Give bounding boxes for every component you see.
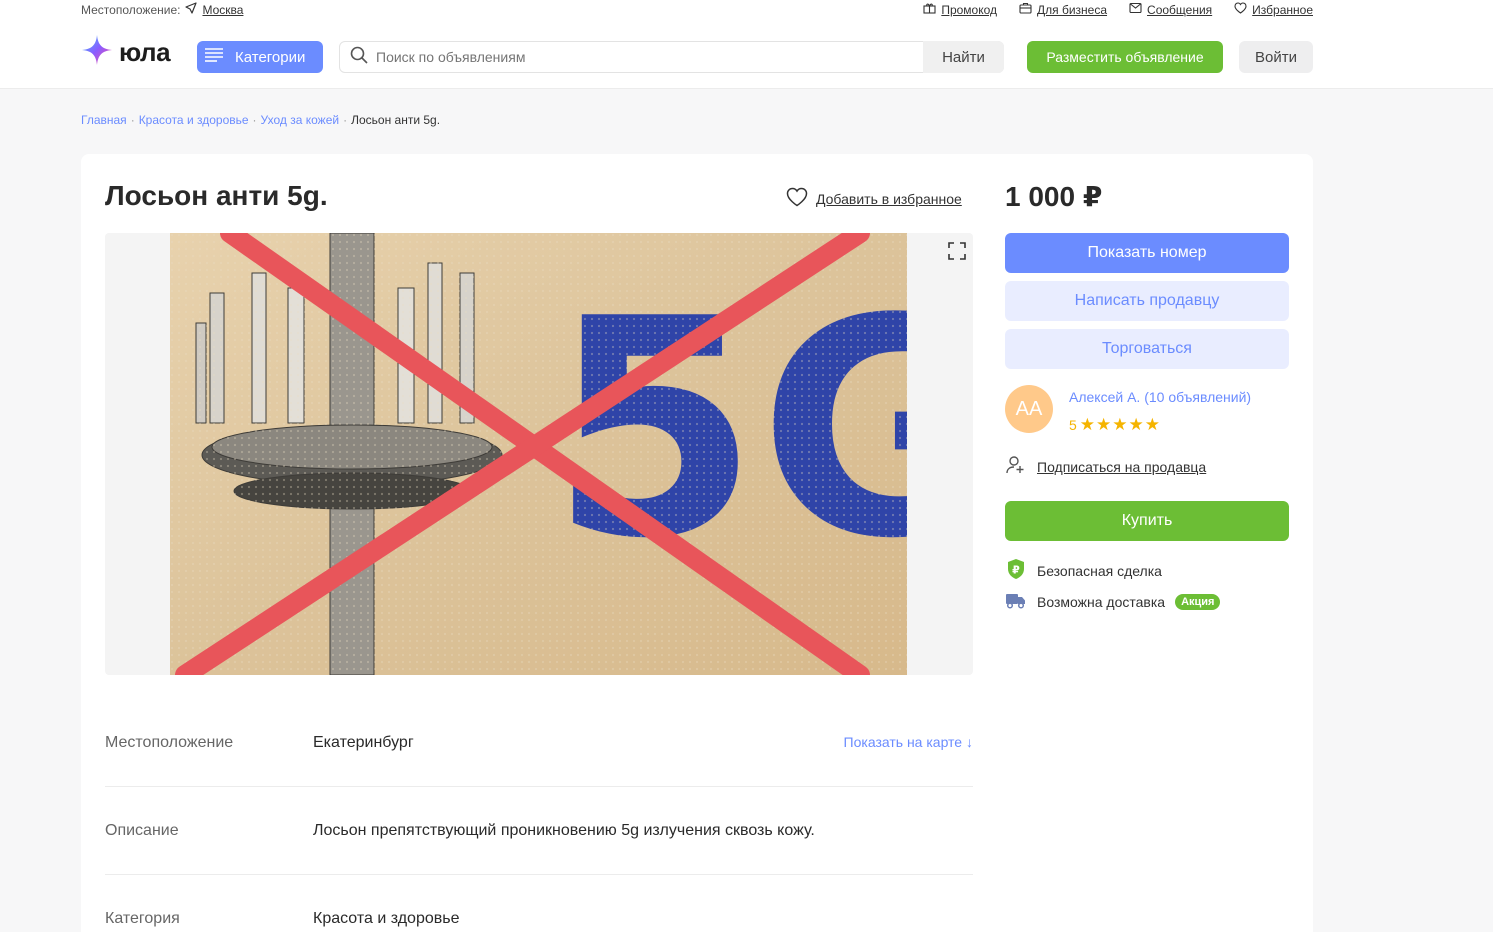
delivery-label: Возможна доставка xyxy=(1037,593,1166,610)
info-value: Красота и здоровье xyxy=(313,910,460,927)
breadcrumb-separator: · xyxy=(130,113,135,127)
safe-deal: ₽ Безопасная сделка xyxy=(1005,558,1162,583)
bargain-button[interactable]: Торговаться xyxy=(1005,329,1289,369)
listing-card: Лосьон анти 5g. Добавить в избранное 5G … xyxy=(81,154,1313,932)
search-input[interactable] xyxy=(368,42,1003,72)
info-value: Лосьон препятствующий проникновению 5g и… xyxy=(313,822,815,839)
price: 1 000 ₽ xyxy=(1005,181,1103,212)
location-city-link[interactable]: Москва xyxy=(202,3,243,17)
logo-text: юла xyxy=(119,37,171,67)
promo-link[interactable]: Промокод xyxy=(923,2,997,17)
messages-link-label: Сообщения xyxy=(1147,2,1213,17)
find-button[interactable]: Найти xyxy=(923,41,1004,73)
breadcrumb: Главная · Красота и здоровье · Уход за к… xyxy=(81,113,440,127)
info-key: Категория xyxy=(105,910,180,927)
listing-photo: 5G xyxy=(170,233,907,675)
avatar[interactable]: АА xyxy=(1005,385,1053,433)
buy-button[interactable]: Купить xyxy=(1005,501,1289,541)
svg-text:₽: ₽ xyxy=(1012,564,1020,577)
info-value: Екатеринбург xyxy=(313,734,414,751)
business-link-label: Для бизнеса xyxy=(1037,2,1108,17)
promo-link-label: Промокод xyxy=(941,2,998,17)
breadcrumb-separator: · xyxy=(343,113,348,127)
hamburger-icon xyxy=(205,48,223,66)
info-key: Местоположение xyxy=(105,734,234,751)
promo-badge: Акция xyxy=(1175,593,1221,610)
safe-deal-label: Безопасная сделка xyxy=(1037,562,1162,579)
message-icon xyxy=(1129,2,1142,17)
search-icon xyxy=(350,46,368,69)
delivery-info: Возможна доставка Акция xyxy=(1005,590,1221,613)
search-box xyxy=(339,41,1004,73)
truck-icon xyxy=(1005,590,1027,613)
photo-gallery[interactable]: 5G xyxy=(105,233,973,675)
heart-icon xyxy=(1234,2,1247,17)
info-key: Описание xyxy=(105,822,179,839)
breadcrumb-separator: · xyxy=(252,113,257,127)
write-seller-button[interactable]: Написать продавцу xyxy=(1005,281,1289,321)
logo-star-icon xyxy=(81,34,113,71)
expand-icon[interactable] xyxy=(947,241,967,266)
seller-name-link[interactable]: Алексей А. (10 объявлений) xyxy=(1069,389,1251,405)
post-ad-button[interactable]: Разместить объявление xyxy=(1027,41,1223,73)
info-row-category: Категория Красота и здоровье xyxy=(105,875,973,932)
logo[interactable]: юла xyxy=(81,34,171,71)
add-to-favorites-label: Добавить в избранное xyxy=(816,190,962,207)
show-on-map-link[interactable]: Показать на карте ↓ xyxy=(844,734,973,750)
info-row-description: Описание Лосьон препятствующий проникнов… xyxy=(105,787,973,875)
categories-label: Категории xyxy=(235,48,306,66)
subscribe-icon xyxy=(1005,454,1027,479)
shield-ruble-icon: ₽ xyxy=(1005,558,1027,583)
messages-link[interactable]: Сообщения xyxy=(1129,2,1212,17)
top-bar: Местоположение: Москва Промокод Для бизн… xyxy=(81,0,1313,18)
location-label: Местоположение: xyxy=(81,2,181,17)
briefcase-icon xyxy=(1019,2,1032,17)
listing-title: Лосьон анти 5g. xyxy=(105,180,328,211)
breadcrumb-beauty[interactable]: Красота и здоровье xyxy=(139,113,249,127)
location-arrow-icon xyxy=(185,2,198,17)
breadcrumb-home[interactable]: Главная xyxy=(81,113,127,127)
add-to-favorites[interactable]: Добавить в избранное xyxy=(786,187,962,210)
favorites-link-label: Избранное xyxy=(1252,2,1313,17)
categories-button[interactable]: Категории xyxy=(197,41,323,73)
seller-rating: 5 ★★★★★ xyxy=(1069,415,1161,435)
subscribe-label: Подписаться на продавца xyxy=(1037,458,1207,475)
login-button[interactable]: Войти xyxy=(1239,41,1313,73)
business-link[interactable]: Для бизнеса xyxy=(1019,2,1107,17)
breadcrumb-skincare[interactable]: Уход за кожей xyxy=(261,113,340,127)
seller-info: АА Алексей А. (10 объявлений) 5 ★★★★★ xyxy=(1005,385,1289,437)
header: Местоположение: Москва Промокод Для бизн… xyxy=(0,0,1493,89)
rating-stars-icon: ★★★★★ xyxy=(1079,415,1161,434)
breadcrumb-current: Лосьон анти 5g. xyxy=(351,113,441,127)
nav-row: юла Категории Найти Разместить объявлени… xyxy=(81,32,1313,82)
show-phone-button[interactable]: Показать номер xyxy=(1005,233,1289,273)
gift-icon xyxy=(923,2,936,17)
heart-icon xyxy=(786,187,808,210)
top-links: Промокод Для бизнеса Сообщения Избранное xyxy=(923,2,1313,17)
rating-value: 5 xyxy=(1069,417,1077,433)
favorites-link[interactable]: Избранное xyxy=(1234,2,1313,17)
subscribe-seller[interactable]: Подписаться на продавца xyxy=(1005,454,1206,479)
location-selector[interactable]: Местоположение: Москва xyxy=(81,2,243,17)
info-row-location: Местоположение Екатеринбург Показать на … xyxy=(105,699,973,787)
